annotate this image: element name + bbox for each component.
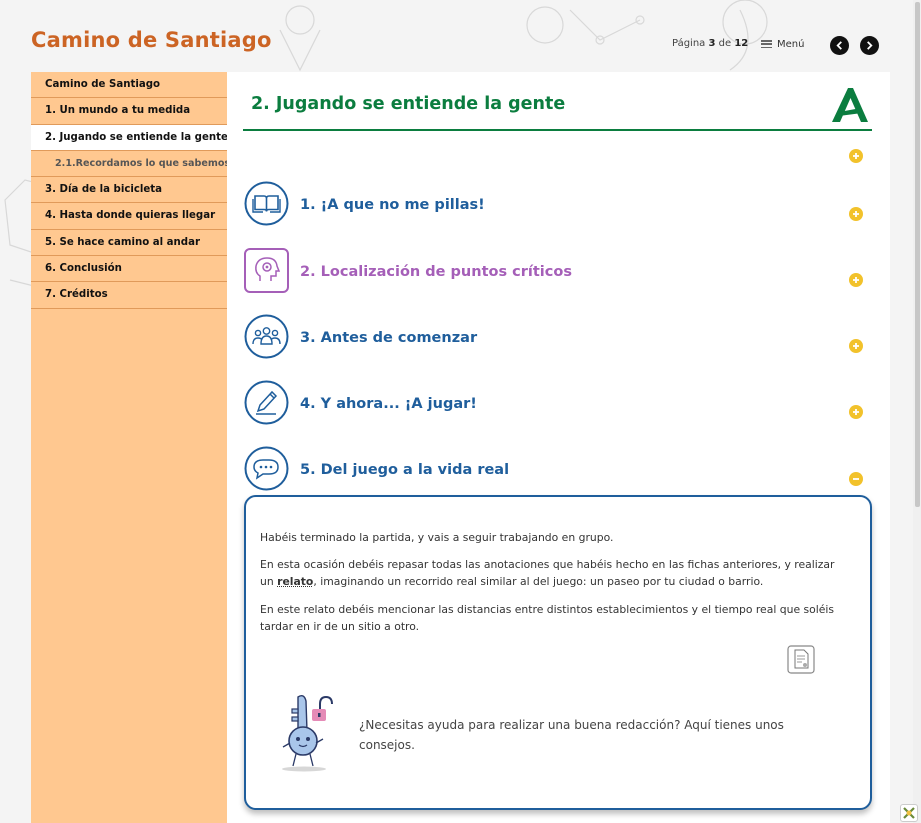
app-title: Camino de Santiago [31,28,272,52]
expand-button-3[interactable] [849,339,863,353]
plus-icon [853,277,859,283]
help-link-text[interactable]: ¿Necesitas ayuda para realizar una buena… [359,715,809,755]
next-page-button[interactable] [860,36,879,55]
book-icon [244,181,289,226]
junta-andalucia-logo [832,88,868,122]
sidebar-item-conclusion[interactable]: 6. Conclusión [31,256,227,283]
page-current: 3 [708,38,716,49]
page-of: de [718,38,732,49]
sidebar-item-se-hace-camino-al-andar[interactable]: 5. Se hace camino al andar [31,230,227,257]
sidebar-item-dia-de-la-bicicleta[interactable]: 3. Día de la bicicleta [31,177,227,204]
accordion-title-del-juego-a-la-vida-real[interactable]: 5. Del juego a la vida real [300,462,509,478]
accordion-title-localizacion-puntos-criticos[interactable]: 2. Localización de puntos críticos [300,264,572,280]
head-gear-icon [244,248,289,293]
sidebar-item-camino-de-santiago[interactable]: Camino de Santiago [31,72,227,99]
scrollbar-thumb[interactable] [915,2,920,507]
section-title: 2. Jugando se entiende la gente [251,94,566,114]
expand-button-2[interactable] [849,273,863,287]
minus-icon [853,478,859,480]
plus-icon [853,409,859,415]
sidebar-item-creditos[interactable]: 7. Créditos [31,282,227,309]
relato-term[interactable]: relato [277,575,313,588]
page-total: 12 [734,38,749,49]
page-indicator: Página 3 de 12 [672,38,748,49]
expand-all-button[interactable] [849,149,863,163]
panel-paragraph-2-end: , imaginando un recorrido real similar a… [313,575,764,588]
chevron-right-icon [867,41,873,50]
accordion-panel-del-juego-a-la-vida-real: Habéis terminado la partida, y vais a se… [244,495,872,810]
collapse-button-5[interactable] [849,472,863,486]
sidebar-item-hasta-donde-quieras-llegar[interactable]: 4. Hasta donde quieras llegar [31,203,227,230]
plus-icon [853,153,859,159]
expand-button-1[interactable] [849,207,863,221]
previous-page-button[interactable] [830,36,849,55]
title-divider [243,129,872,131]
puzzle-icon [903,807,915,819]
key-mascot-icon [282,694,333,772]
sidebar-item-jugando-se-entiende-la-gente[interactable]: 2. Jugando se entiende la gente [31,124,228,151]
menu-button[interactable]: Menú [761,36,804,52]
sidebar: Camino de Santiago 1. Un mundo a tu medi… [31,72,230,823]
expand-button-4[interactable] [849,405,863,419]
sidebar-item-recordamos-lo-que-sabemos[interactable]: 2.1.Recordamos lo que sabemos [31,151,230,178]
document-icon[interactable] [787,645,815,674]
accordion-title-y-ahora-a-jugar[interactable]: 4. Y ahora... ¡A jugar! [300,396,477,412]
plus-icon [853,211,859,217]
pencil-icon [244,380,289,425]
group-icon [244,314,289,359]
plus-icon [853,343,859,349]
chat-icon [244,446,289,491]
page-label: Página [672,38,706,49]
sidebar-item-un-mundo-a-tu-medida[interactable]: 1. Un mundo a tu medida [31,98,227,125]
panel-paragraph-3: En este relato debéis mencionar las dist… [260,603,835,633]
panel-paragraph-2: En esta ocasión debéis repasar todas las… [260,556,850,590]
panel-paragraph-1: Habéis terminado la partida, y vais a se… [260,531,614,544]
accordion-title-antes-de-comenzar[interactable]: 3. Antes de comenzar [300,330,477,346]
accessibility-badge[interactable] [900,804,918,822]
chevron-left-icon [836,41,842,50]
hamburger-icon [761,40,772,48]
menu-label: Menú [777,38,805,50]
accordion-title-a-que-no-me-pillas[interactable]: 1. ¡A que no me pillas! [300,197,485,213]
